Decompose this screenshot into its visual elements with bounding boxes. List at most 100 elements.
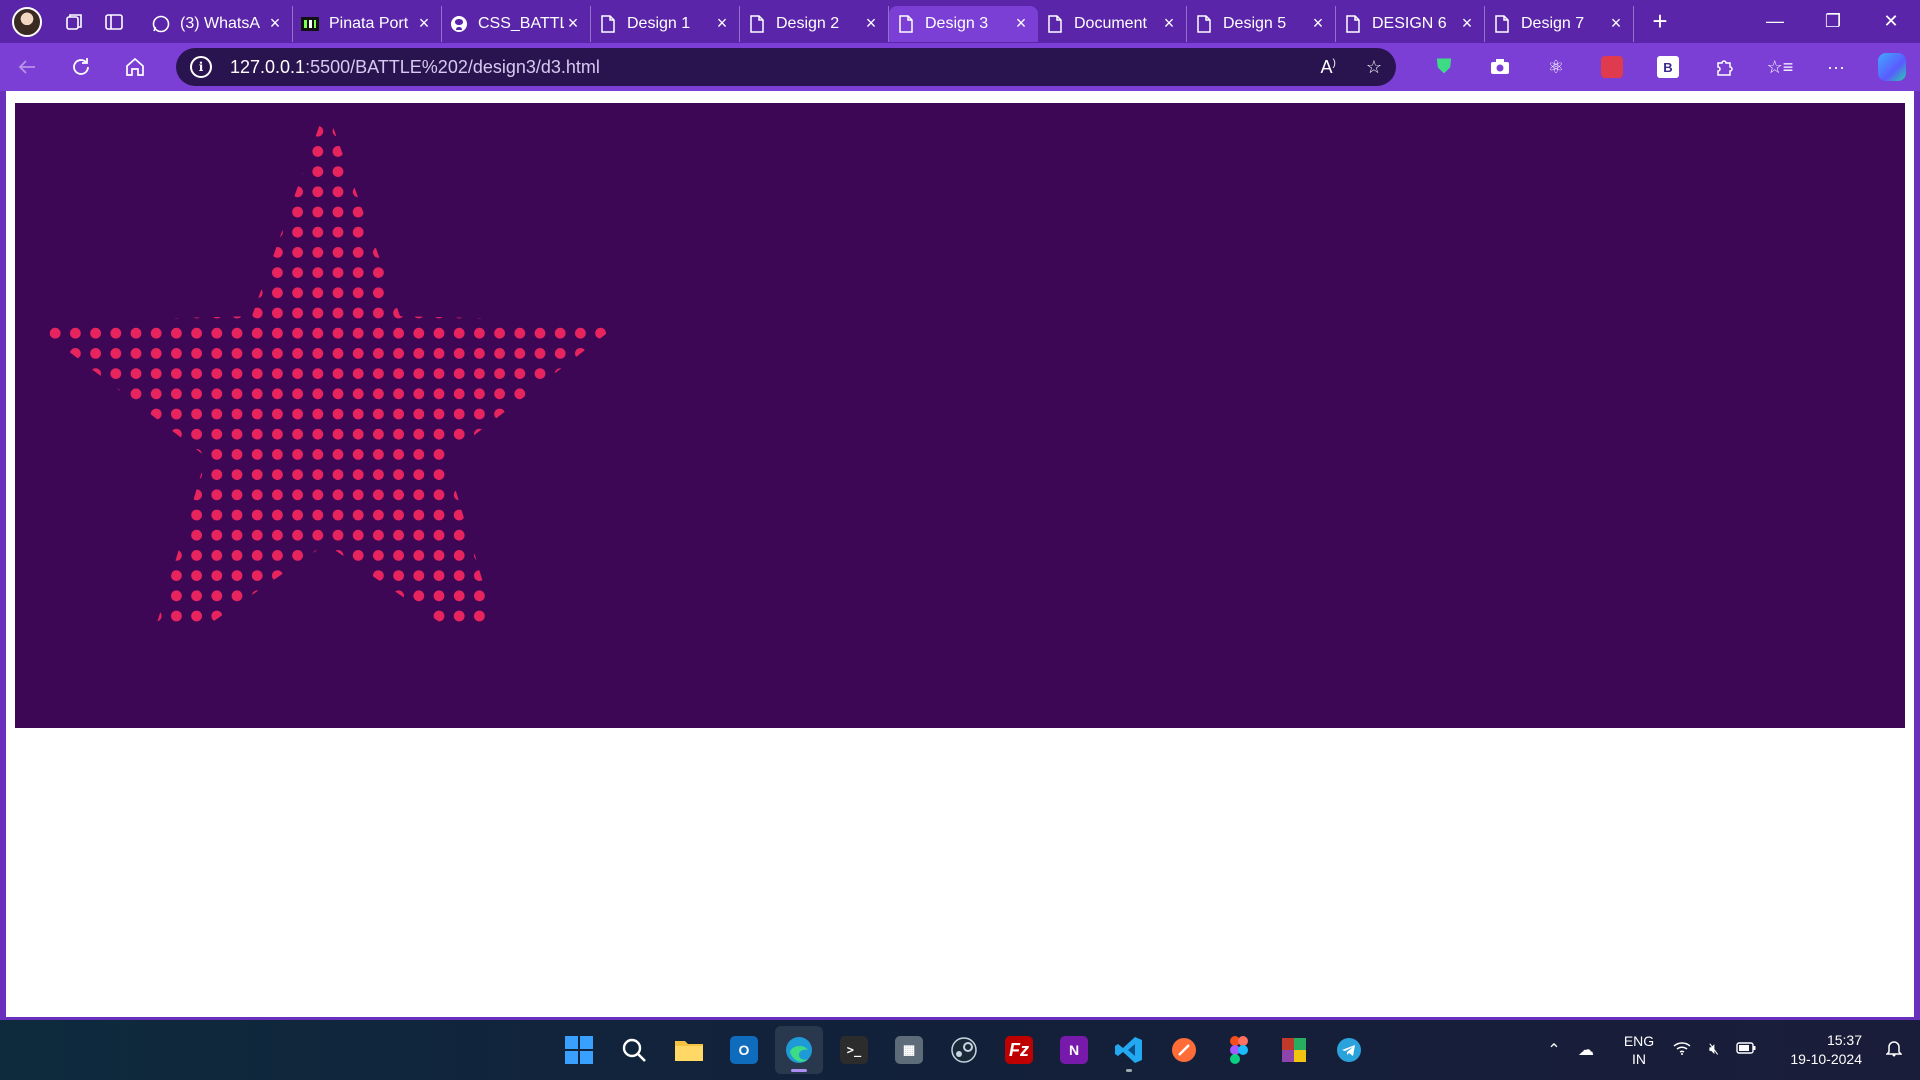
window-controls: — ❐ ✕ [1746, 0, 1920, 43]
notifications-bell-icon[interactable] [1876, 1039, 1912, 1062]
tab-5[interactable]: Design 2 × [740, 5, 889, 42]
tab-3[interactable]: CSS_BATTL × [442, 5, 591, 42]
chevron-up-icon[interactable]: ⌃ [1538, 1040, 1570, 1060]
tab-close-icon[interactable]: × [862, 13, 880, 34]
home-button[interactable] [108, 47, 162, 87]
address-bar[interactable]: i 127.0.0.1:5500/BATTLE%202/design3/d3.h… [176, 48, 1396, 86]
tab-close-icon[interactable]: × [564, 13, 582, 34]
onenote-button[interactable]: N [1050, 1026, 1098, 1074]
filezilla-button[interactable]: Fz [995, 1026, 1043, 1074]
star-dot [474, 107, 485, 117]
battery-icon[interactable] [1730, 1041, 1762, 1059]
star-dot [150, 469, 162, 480]
workspaces-icon[interactable] [54, 2, 94, 42]
adblock-shield-icon[interactable]: ⛊ [1416, 47, 1472, 87]
copilot-icon[interactable] [1864, 47, 1920, 87]
tab-close-icon[interactable]: × [713, 13, 731, 34]
url-text[interactable]: 127.0.0.1:5500/BATTLE%202/design3/d3.htm… [230, 57, 1321, 78]
close-window-button[interactable]: ✕ [1862, 0, 1920, 43]
star-dot [171, 408, 182, 420]
vscode-button[interactable] [1105, 1026, 1153, 1074]
star-dot [49, 327, 61, 339]
star-dot [231, 166, 243, 177]
winrar-button[interactable] [1270, 1026, 1318, 1074]
tab-8[interactable]: Design 5 × [1187, 5, 1336, 42]
telegram-button[interactable] [1325, 1026, 1373, 1074]
star-dot [575, 186, 586, 198]
tab-10[interactable]: Design 7 × [1485, 5, 1634, 42]
tab-9[interactable]: DESIGN 6 × [1336, 5, 1485, 42]
steam-button[interactable] [940, 1026, 988, 1074]
more-menu-icon[interactable]: ··· [1808, 47, 1864, 87]
site-info-icon[interactable]: i [190, 56, 212, 78]
star-dot [49, 529, 61, 541]
star-dot [171, 529, 182, 541]
b-extension-icon[interactable]: B [1640, 47, 1696, 87]
red-extension-icon[interactable] [1584, 47, 1640, 87]
star-dot [453, 428, 465, 440]
onedrive-cloud-icon[interactable]: ☁ [1570, 1040, 1602, 1060]
star-dot [615, 610, 622, 622]
restore-button[interactable]: ❐ [1804, 0, 1862, 43]
tab-2[interactable]: Pinata Port × [293, 5, 442, 42]
star-dot [49, 226, 61, 238]
star-dot [312, 226, 324, 238]
postman-button[interactable] [1160, 1026, 1208, 1074]
star-dot [70, 267, 81, 278]
star-dot [514, 226, 526, 238]
star-dot [272, 107, 283, 117]
refresh-button[interactable] [54, 47, 108, 87]
read-aloud-icon[interactable]: A) [1321, 57, 1336, 78]
tab-close-icon[interactable]: × [1607, 13, 1625, 34]
star-dot [110, 267, 122, 278]
vertical-tabs-icon[interactable] [94, 2, 134, 42]
star-dot [150, 327, 162, 339]
file-explorer-button[interactable] [665, 1026, 713, 1074]
tab-close-icon[interactable]: × [1012, 13, 1030, 34]
edge-button[interactable] [775, 1026, 823, 1074]
terminal-button[interactable]: >_ [830, 1026, 878, 1074]
tab-close-icon[interactable]: × [266, 13, 284, 34]
extensions-puzzle-icon[interactable] [1696, 47, 1752, 87]
star-dot [30, 509, 41, 521]
star-dot [110, 107, 122, 117]
tab-1[interactable]: (3) WhatsA × [144, 5, 293, 42]
minimize-button[interactable]: — [1746, 0, 1804, 43]
tab-title: (3) WhatsA [180, 14, 261, 32]
favorite-star-icon[interactable]: ☆ [1366, 57, 1382, 78]
tab-close-icon[interactable]: × [1458, 13, 1476, 34]
favorites-list-icon[interactable]: ☆≡ [1752, 47, 1808, 87]
star-dot [595, 287, 606, 299]
tab-close-icon[interactable]: × [1160, 13, 1178, 34]
clock[interactable]: 15:37 19-10-2024 [1762, 1031, 1862, 1069]
volume-muted-icon[interactable]: 🔇︎ [1698, 1041, 1730, 1059]
tab-6[interactable]: Design 3 × [889, 5, 1038, 42]
star-dot [292, 186, 303, 198]
tab-7[interactable]: Document × [1038, 5, 1187, 42]
star-dot [373, 388, 384, 400]
react-devtools-icon[interactable]: ⚛ [1528, 47, 1584, 87]
tab-close-icon[interactable]: × [415, 13, 433, 34]
search-button[interactable] [610, 1026, 658, 1074]
star-dot [49, 388, 61, 400]
star-dot [494, 166, 505, 177]
start-button[interactable] [555, 1026, 603, 1074]
tab-close-icon[interactable]: × [1309, 13, 1327, 34]
figma-button[interactable] [1215, 1026, 1263, 1074]
camera-extension-icon[interactable] [1472, 47, 1528, 87]
wifi-icon[interactable] [1666, 1041, 1698, 1060]
new-tab-button[interactable]: + [1640, 4, 1680, 40]
profile-avatar[interactable] [12, 6, 42, 37]
back-button[interactable] [0, 47, 54, 87]
tab-4[interactable]: Design 1 × [591, 5, 740, 42]
language-indicator[interactable]: ENG IN [1612, 1032, 1666, 1068]
star-dot [413, 590, 425, 602]
star-dot [30, 247, 41, 258]
star-dot [534, 449, 546, 460]
star-dot [130, 408, 142, 420]
star-dot [494, 107, 506, 117]
folder-icon [675, 1041, 703, 1061]
star-dot [49, 307, 61, 319]
outlook-button[interactable]: O [720, 1026, 768, 1074]
calculator-button[interactable]: ▦ [885, 1026, 933, 1074]
